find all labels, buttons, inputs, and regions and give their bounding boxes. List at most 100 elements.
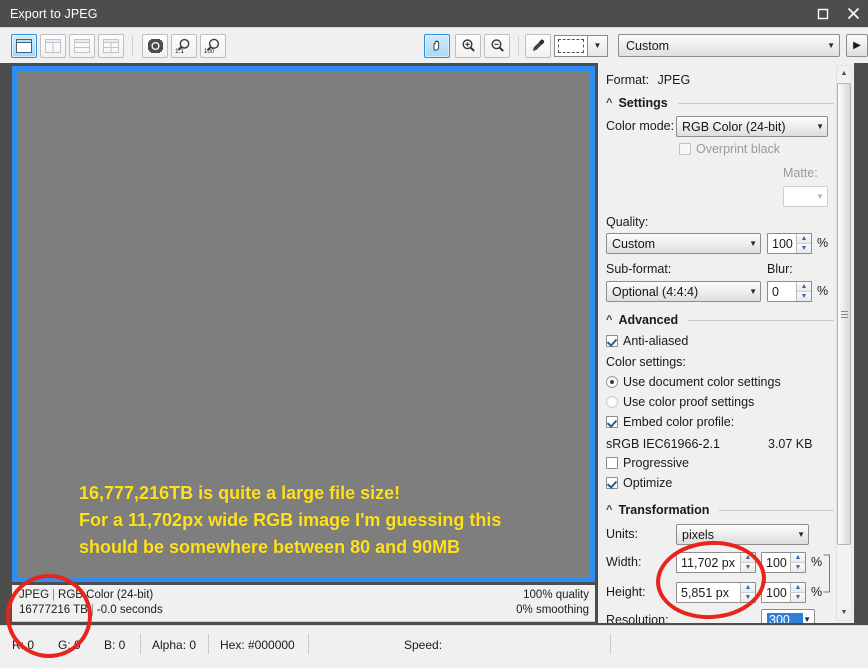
optimize-row[interactable]: Optimize	[606, 476, 672, 490]
preset-apply-button[interactable]: ▶	[846, 34, 868, 57]
use-color-proof-label: Use color proof settings	[623, 395, 755, 409]
scroll-down-icon[interactable]: ▼	[837, 605, 851, 620]
width-percent-spin-buttons[interactable]: ▲ ▼	[790, 553, 805, 572]
spin-down-icon[interactable]: ▼	[741, 593, 755, 602]
scrollbar-thumb[interactable]	[837, 83, 851, 545]
embed-color-profile-checkbox[interactable]	[606, 416, 618, 428]
units-label: Units:	[606, 527, 638, 541]
quality-combo[interactable]: Custom ▼	[606, 233, 761, 254]
chevron-up-icon: ^	[606, 314, 613, 326]
canvas-annotation-text: 16,777,216TB is quite a large file size!…	[79, 483, 502, 557]
spin-up-icon[interactable]: ▲	[791, 553, 805, 563]
maximize-icon[interactable]	[808, 0, 838, 27]
zoom-in-tool-icon[interactable]	[455, 33, 481, 58]
spin-down-icon[interactable]: ▼	[791, 593, 805, 602]
zoom-1-to-1-icon[interactable]: 1:1	[171, 33, 197, 58]
width-spin-buttons[interactable]: ▲ ▼	[740, 553, 755, 572]
blur-spinner[interactable]: 0 ▲ ▼	[767, 281, 812, 302]
height-percent-value: 100	[766, 585, 787, 600]
toolbar-quad-view-button[interactable]	[98, 33, 124, 58]
blur-spin-buttons[interactable]: ▲ ▼	[796, 282, 811, 301]
toolbar-split-horizontal-view-button[interactable]	[69, 33, 95, 58]
header-rule	[688, 319, 834, 321]
use-color-proof-settings-row[interactable]: Use color proof settings	[606, 395, 754, 409]
width-percent-value: 100	[766, 555, 787, 570]
advanced-section-header[interactable]: ^ Advanced	[606, 313, 834, 327]
spin-down-icon[interactable]: ▼	[791, 563, 805, 572]
toolbar-single-view-button[interactable]	[11, 33, 37, 58]
height-percent-spin-buttons[interactable]: ▲ ▼	[790, 583, 805, 602]
scroll-up-icon[interactable]: ▲	[837, 66, 851, 81]
quality-percent-spinner[interactable]: 100 ▲ ▼	[767, 233, 812, 254]
color-swatch[interactable]	[554, 34, 588, 57]
spin-down-icon[interactable]: ▼	[797, 292, 811, 301]
quality-value: Custom	[612, 236, 656, 251]
status-hex-value: Hex: #000000	[220, 638, 295, 652]
chevron-down-icon: ▼	[593, 40, 602, 50]
quality-percent-unit: %	[817, 236, 829, 250]
toolbar-split-vertical-view-button[interactable]	[40, 33, 66, 58]
zoom-100-icon[interactable]: 100	[200, 33, 226, 58]
use-document-color-settings-row[interactable]: Use document color settings	[606, 375, 781, 389]
status-bar: R: 0 G: 0 B: 0 Alpha: 0 Hex: #000000 Spe…	[0, 625, 868, 668]
preview-canvas[interactable]: 16,777,216TB is quite a large file size!…	[17, 72, 590, 578]
eyedropper-tool-icon[interactable]	[525, 33, 551, 58]
overprint-black-checkbox[interactable]	[679, 143, 691, 155]
spin-up-icon[interactable]: ▲	[797, 234, 811, 244]
spin-up-icon[interactable]: ▲	[797, 282, 811, 292]
units-combo[interactable]: pixels ▼	[676, 524, 809, 545]
zoom-out-tool-icon[interactable]	[484, 33, 510, 58]
progressive-row[interactable]: Progressive	[606, 456, 689, 470]
subformat-combo[interactable]: Optional (4:4:4) ▼	[606, 281, 761, 302]
spin-up-icon[interactable]: ▲	[741, 583, 755, 593]
preview-info-size-line: 16777216 TB | -0.0 seconds	[19, 604, 163, 616]
spin-up-icon[interactable]: ▲	[791, 583, 805, 593]
preview-info-strip: JPEG | RGB Color (24-bit) 16777216 TB | -0.0…	[12, 585, 595, 621]
height-label: Height:	[606, 585, 646, 599]
progressive-label: Progressive	[623, 456, 689, 470]
anti-aliased-row[interactable]: Anti-aliased	[606, 334, 688, 348]
fit-in-window-icon[interactable]	[142, 33, 168, 58]
height-spinner[interactable]: 5,851 px ▲ ▼	[676, 582, 756, 603]
status-b-value: B: 0	[104, 638, 126, 652]
settings-panel-content: Format: JPEG ^ Settings Color mode: RGB …	[598, 63, 836, 623]
matte-label: Matte:	[783, 166, 818, 180]
spin-up-icon[interactable]: ▲	[741, 553, 755, 563]
preview-canvas-frame[interactable]: 16,777,216TB is quite a large file size!…	[12, 66, 595, 582]
embed-color-profile-row[interactable]: Embed color profile:	[606, 415, 734, 429]
progressive-checkbox[interactable]	[606, 457, 618, 469]
preset-combo-value: Custom	[626, 38, 670, 53]
resolution-combo[interactable]: 300 ▼	[761, 609, 815, 623]
height-percent-spinner[interactable]: 100 ▲ ▼	[761, 582, 806, 603]
status-divider-4	[610, 634, 611, 654]
color-swatch-inner	[558, 38, 584, 53]
color-mode-label: Color mode:	[606, 119, 675, 133]
svg-text:1:1: 1:1	[175, 48, 184, 54]
anti-aliased-checkbox[interactable]	[606, 335, 618, 347]
status-divider-1	[140, 634, 141, 654]
use-document-color-radio[interactable]	[606, 376, 618, 388]
spin-down-icon[interactable]: ▼	[741, 563, 755, 572]
toolbar-divider-2	[518, 35, 519, 56]
panel-scrollbar[interactable]: ▲ ▼	[836, 65, 852, 621]
width-spinner[interactable]: 11,702 px ▲ ▼	[676, 552, 756, 573]
color-swatch-dropdown[interactable]: ▼	[588, 34, 608, 57]
color-mode-combo[interactable]: RGB Color (24-bit) ▼	[676, 116, 828, 137]
overprint-black-row[interactable]: Overprint black	[679, 142, 780, 156]
height-spin-buttons[interactable]: ▲ ▼	[740, 583, 755, 602]
width-percent-spinner[interactable]: 100 ▲ ▼	[761, 552, 806, 573]
matte-combo[interactable]: ▼	[783, 186, 828, 207]
transformation-section-header[interactable]: ^ Transformation	[606, 503, 834, 517]
spin-down-icon[interactable]: ▼	[797, 244, 811, 253]
header-rule	[677, 102, 834, 104]
width-value: 11,702 px	[681, 555, 735, 570]
quality-percent-spin-buttons[interactable]: ▲ ▼	[796, 234, 811, 253]
preview-time: -0.0 seconds	[96, 604, 163, 616]
optimize-checkbox[interactable]	[606, 477, 618, 489]
preset-combo[interactable]: Custom ▼	[618, 34, 840, 57]
use-color-proof-radio[interactable]	[606, 396, 618, 408]
settings-section-header[interactable]: ^ Settings	[606, 96, 834, 110]
format-value: JPEG	[657, 73, 691, 87]
close-icon[interactable]	[838, 0, 868, 27]
pan-tool-icon[interactable]	[424, 33, 450, 58]
